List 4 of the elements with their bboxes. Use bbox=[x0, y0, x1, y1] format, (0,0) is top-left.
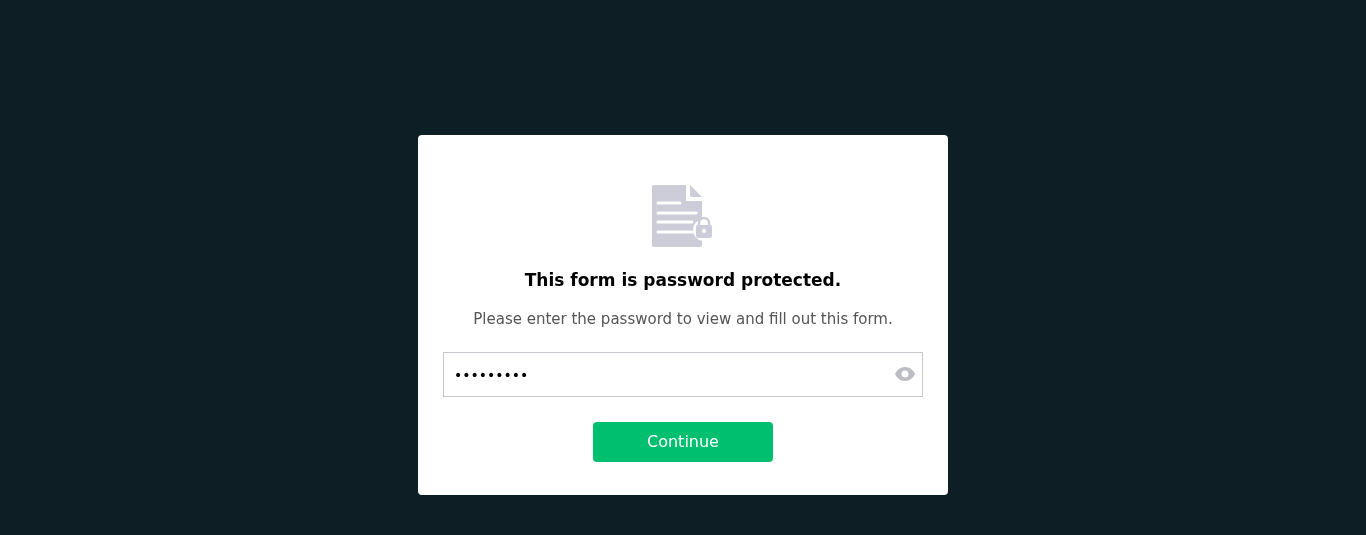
dialog-message: Please enter the password to view and fill out this form. bbox=[473, 308, 893, 330]
dialog-title: This form is password protected. bbox=[524, 269, 842, 292]
eye-icon[interactable] bbox=[895, 367, 915, 381]
password-field[interactable]: ••••••••• bbox=[443, 352, 923, 397]
